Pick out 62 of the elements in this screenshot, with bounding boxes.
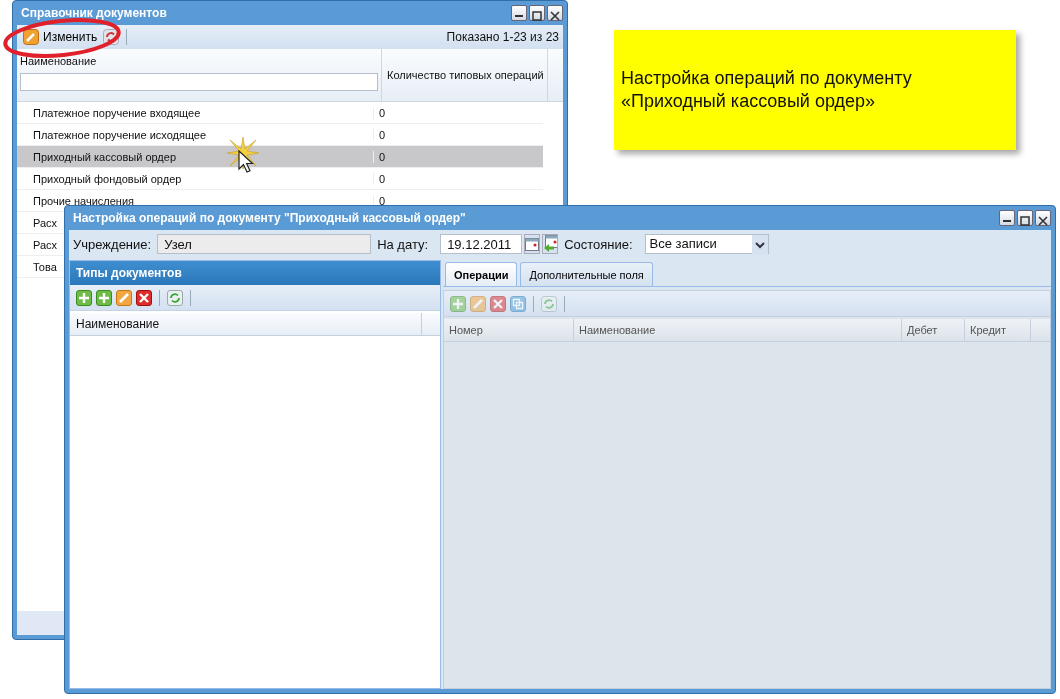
column-header[interactable]: Дебет bbox=[902, 319, 965, 341]
field-label: На дату: bbox=[377, 236, 429, 252]
column-header[interactable]: Количество типовых операций bbox=[382, 49, 548, 101]
close-button[interactable] bbox=[547, 5, 563, 21]
delete-button[interactable] bbox=[136, 289, 152, 306]
caret-icon bbox=[751, 235, 768, 255]
tab[interactable]: Дополнительные поля bbox=[520, 262, 653, 286]
table-cell-text: 0 bbox=[378, 150, 386, 163]
today-button[interactable] bbox=[542, 234, 559, 254]
column-header[interactable]: Номер bbox=[444, 319, 574, 341]
field-label: Состояние: bbox=[564, 236, 633, 252]
table-cell-text: 0 bbox=[378, 194, 386, 207]
column-title: Наименование bbox=[20, 55, 98, 67]
plus-icon bbox=[98, 291, 110, 304]
close-icon bbox=[1038, 216, 1048, 226]
callout-text: Настройка операций по документу «Приходный кассовый ордер» bbox=[621, 67, 912, 113]
table-cell-text: 0 bbox=[378, 172, 386, 185]
add-button[interactable] bbox=[96, 289, 112, 306]
table-cell-text: 0 bbox=[378, 128, 386, 141]
add-button[interactable] bbox=[76, 289, 92, 306]
minimize-icon bbox=[1003, 220, 1011, 222]
close-button[interactable] bbox=[1035, 210, 1051, 226]
maximize-button[interactable] bbox=[529, 5, 545, 21]
pencil-icon bbox=[23, 29, 39, 45]
minimize-icon bbox=[515, 15, 523, 17]
date-field[interactable]: 19.12.2011 bbox=[440, 234, 523, 254]
maximize-icon bbox=[532, 11, 542, 21]
table-row[interactable]: Платежное поручение входящее 0 bbox=[17, 102, 543, 124]
pencil-icon bbox=[472, 297, 484, 310]
pencil-icon bbox=[118, 291, 130, 304]
table-cell: Платежное поручение входящее bbox=[17, 106, 374, 119]
plus-icon bbox=[78, 291, 90, 304]
column-header[interactable]: Кредит bbox=[965, 319, 1031, 341]
filter-field[interactable] bbox=[20, 73, 378, 91]
field-label: Учреждение: bbox=[73, 236, 152, 252]
refresh-icon bbox=[169, 291, 181, 304]
cross-icon bbox=[492, 297, 504, 310]
maximize-icon bbox=[1020, 216, 1030, 226]
copy-icon bbox=[512, 297, 524, 310]
table-cell-text: 0 bbox=[378, 106, 386, 119]
cursor-icon bbox=[238, 150, 254, 174]
tab[interactable]: Операции bbox=[445, 262, 518, 286]
calendar-icon bbox=[525, 237, 540, 251]
window-title: Справочник документов bbox=[21, 6, 167, 20]
edit-button[interactable] bbox=[116, 289, 132, 306]
state-dropdown[interactable]: Все записи bbox=[644, 234, 769, 254]
column-header[interactable]: Наименование bbox=[574, 319, 902, 341]
plus-icon bbox=[452, 297, 464, 310]
refresh-icon bbox=[543, 297, 555, 310]
close-icon bbox=[550, 11, 560, 21]
refresh-button[interactable] bbox=[167, 289, 183, 306]
calendar-arrow-icon bbox=[543, 235, 558, 253]
calendar-button[interactable] bbox=[524, 234, 541, 254]
minimize-button[interactable] bbox=[511, 5, 527, 21]
table-row[interactable]: Приходный кассовый ордер 0 bbox=[17, 146, 543, 168]
minimize-button[interactable] bbox=[999, 210, 1015, 226]
click-burst-icon bbox=[226, 136, 260, 170]
column-header[interactable]: Наименование bbox=[17, 49, 382, 101]
table-row[interactable]: Приходный фондовый ордер 0 bbox=[17, 168, 543, 190]
paging-info: Показано 1-23 из 23 bbox=[446, 30, 559, 44]
maximize-button[interactable] bbox=[1017, 210, 1033, 226]
cross-icon bbox=[138, 291, 150, 304]
